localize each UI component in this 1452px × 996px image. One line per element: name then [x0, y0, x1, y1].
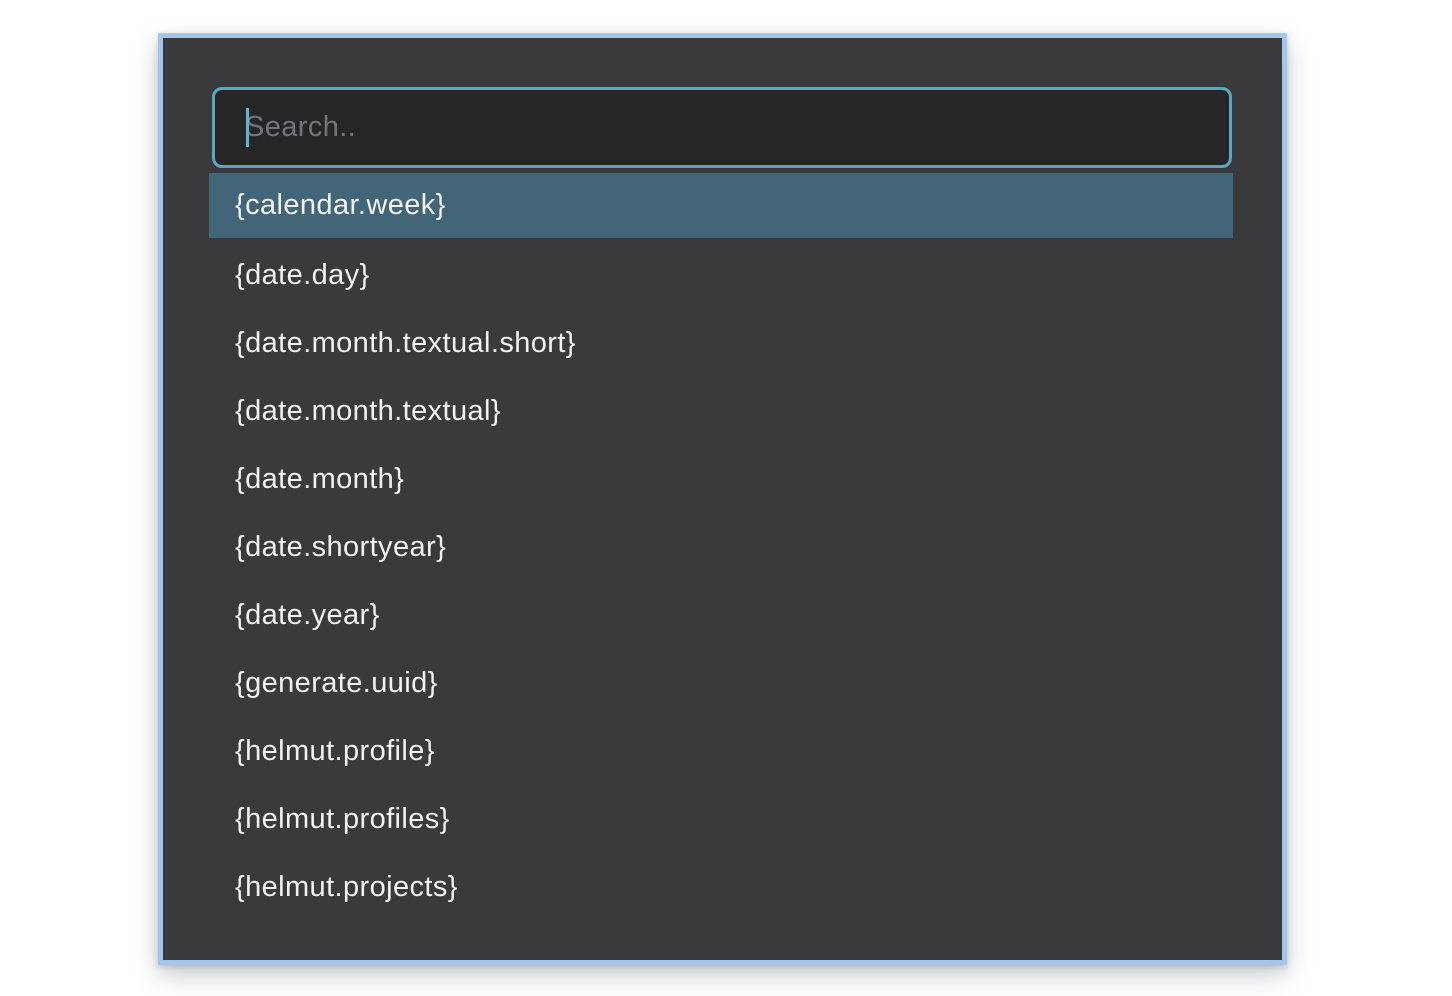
- search-input[interactable]: [212, 87, 1232, 168]
- list-item[interactable]: {date.shortyear}: [209, 513, 1233, 581]
- list-item[interactable]: {helmut.projects}: [209, 853, 1233, 921]
- list-item[interactable]: {date.month}: [209, 445, 1233, 513]
- search-field-container: [212, 87, 1232, 168]
- list-item[interactable]: {date.month.textual.short}: [209, 309, 1233, 377]
- list-item[interactable]: {helmut.profiles}: [209, 785, 1233, 853]
- variable-list: {calendar.week}{date.day}{date.month.tex…: [209, 173, 1233, 921]
- list-item[interactable]: {generate.uuid}: [209, 649, 1233, 717]
- list-item-selected[interactable]: {calendar.week}: [209, 173, 1233, 238]
- list-item[interactable]: {helmut.profile}: [209, 717, 1233, 785]
- list-item[interactable]: {date.day}: [209, 241, 1233, 309]
- variable-picker-panel: {calendar.week}{date.day}{date.month.tex…: [158, 33, 1287, 965]
- list-item[interactable]: {date.month.textual}: [209, 377, 1233, 445]
- list-item[interactable]: {date.year}: [209, 581, 1233, 649]
